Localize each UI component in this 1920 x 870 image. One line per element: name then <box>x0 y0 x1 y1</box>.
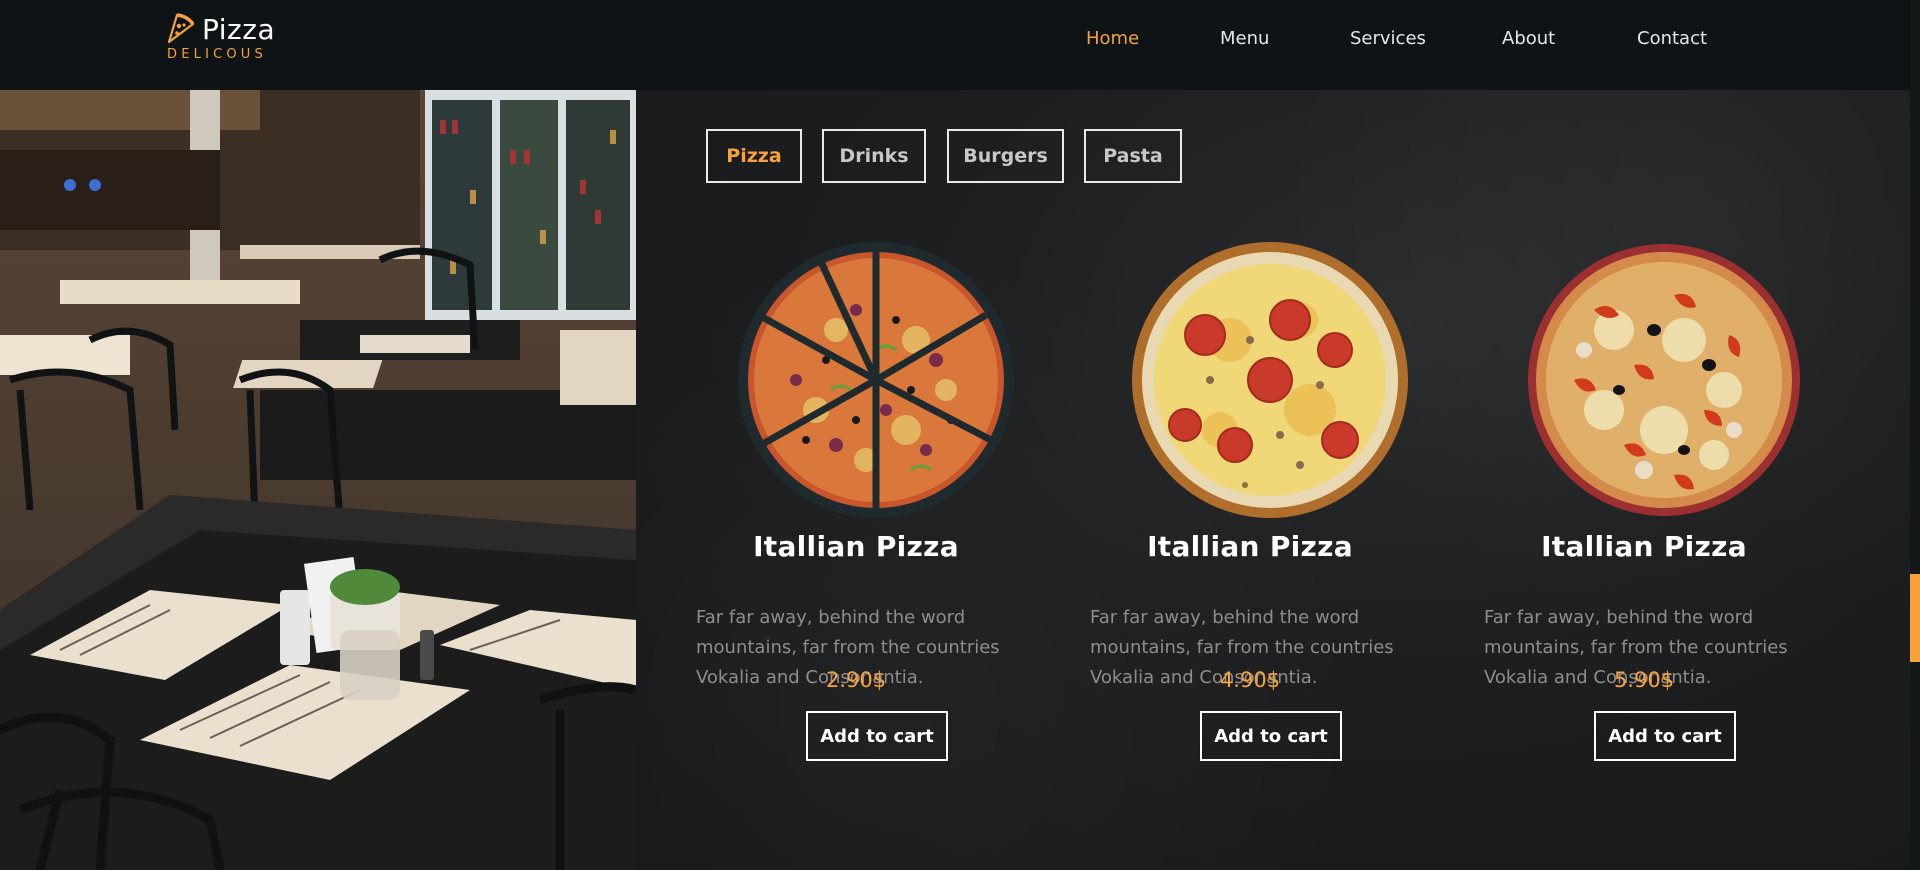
menu-item-price: 5.90$ <box>1613 668 1675 692</box>
menu-item-title: Itallian Pizza <box>753 530 959 563</box>
nav-item-home[interactable]: Home <box>1086 28 1139 49</box>
tab-burgers[interactable]: Burgers <box>947 129 1064 183</box>
navbar: Pizza DELICOUS Home Menu Services About … <box>0 0 1910 90</box>
menu-item-price: 2.90$ <box>825 668 887 692</box>
pizza-image <box>738 242 1014 518</box>
menu-item-card: Itallian Pizza Far far away, behind the … <box>1090 240 1410 820</box>
tab-drinks[interactable]: Drinks <box>822 129 926 183</box>
brand-name: Pizza <box>202 13 276 46</box>
brand-tagline: DELICOUS <box>167 47 267 62</box>
menu-section: Pizza Drinks Burgers Pasta Itallian Pizz… <box>636 90 1910 870</box>
tab-pizza[interactable]: Pizza <box>706 129 802 183</box>
nav-item-menu[interactable]: Menu <box>1220 28 1269 49</box>
menu-item-card: Itallian Pizza Far far away, behind the … <box>1484 240 1804 820</box>
add-to-cart-button[interactable]: Add to cart <box>1594 711 1736 761</box>
add-to-cart-button[interactable]: Add to cart <box>1200 711 1342 761</box>
add-to-cart-button[interactable]: Add to cart <box>806 711 948 761</box>
brand-logo[interactable]: Pizza DELICOUS <box>165 12 275 62</box>
menu-item-price: 4.90$ <box>1219 668 1281 692</box>
menu-item-card: Itallian Pizza Far far away, behind the … <box>696 240 1016 820</box>
pizza-image <box>1132 242 1408 518</box>
restaurant-photo <box>0 90 636 870</box>
menu-item-title: Itallian Pizza <box>1147 530 1353 563</box>
tab-pasta[interactable]: Pasta <box>1084 129 1182 183</box>
scroll-indicator[interactable] <box>1910 574 1920 662</box>
nav-item-about[interactable]: About <box>1502 28 1555 49</box>
menu-item-title: Itallian Pizza <box>1541 530 1747 563</box>
nav-item-services[interactable]: Services <box>1350 28 1426 49</box>
pizza-slice-icon <box>167 13 195 44</box>
nav-item-contact[interactable]: Contact <box>1637 28 1707 49</box>
pizza-image <box>1528 244 1800 516</box>
